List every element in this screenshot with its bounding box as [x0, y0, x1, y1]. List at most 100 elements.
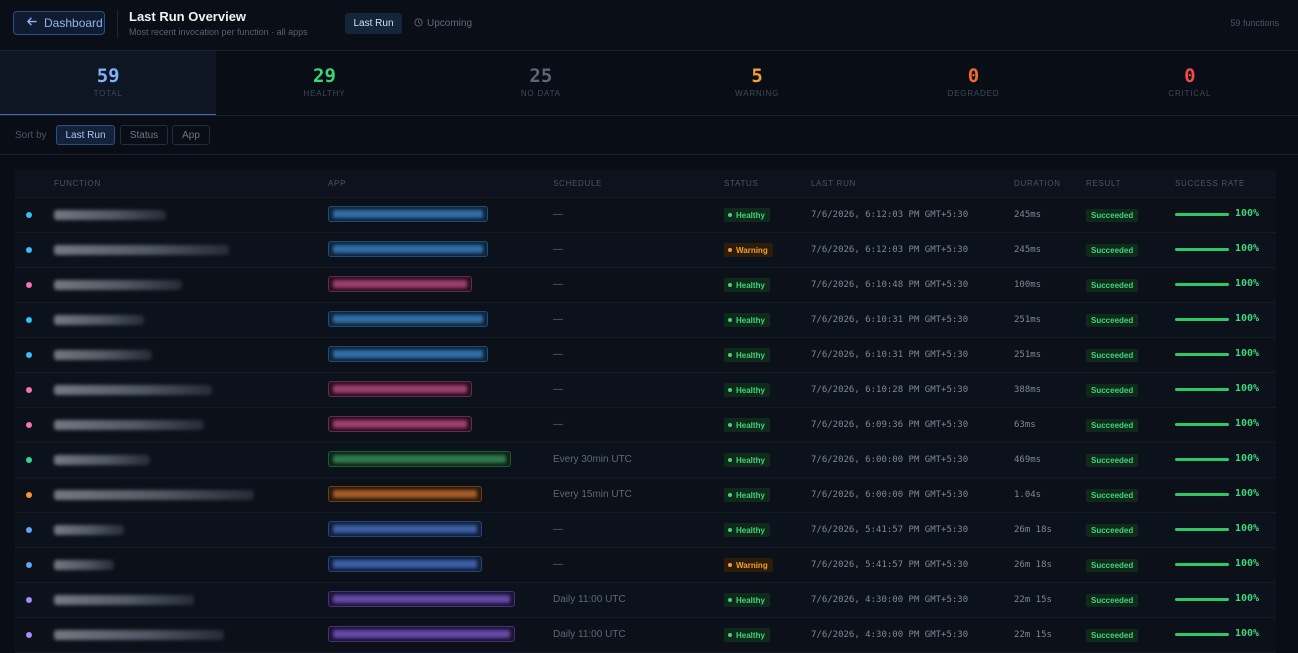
col-result[interactable]: RESULT [1086, 179, 1121, 188]
table-row[interactable]: Daily 11:00 UTC Healthy 7/6/2026, 4:30:00 … [15, 583, 1276, 618]
stat-value: 29 [313, 65, 336, 87]
success-rate-text: 100% [1235, 523, 1260, 534]
last-run-cell: 7/6/2026, 6:10:31 PM GMT+5:30 [811, 350, 969, 360]
success-rate-text: 100% [1235, 488, 1260, 499]
col-last-run[interactable]: LAST RUN [811, 179, 856, 188]
function-name-redacted[interactable] [54, 490, 254, 500]
stat-value: 5 [751, 65, 763, 87]
duration-cell: 22m 15s [1014, 630, 1052, 640]
table-row[interactable]: — Healthy 7/6/2026, 6:12:03 PM GMT+5:30 245… [15, 198, 1276, 233]
success-rate-bar [1175, 388, 1229, 391]
page-subtitle: Most recent invocation per function · al… [129, 27, 308, 37]
col-app[interactable]: APP [328, 179, 346, 188]
status-badge: Healthy [724, 348, 770, 362]
sort-last-run-button[interactable]: Last Run [56, 125, 115, 145]
function-name-redacted[interactable] [54, 245, 229, 255]
duration-cell: 245ms [1014, 210, 1042, 220]
status-badge: Healthy [724, 628, 770, 642]
table-row[interactable]: Every 15min UTC Healthy 7/6/2026, 6:00:00 … [15, 478, 1276, 513]
success-rate-text: 100% [1235, 418, 1260, 429]
success-rate-fill [1175, 528, 1229, 531]
table-row[interactable]: — Warning 7/6/2026, 6:12:03 PM GMT+5:30 245… [15, 233, 1276, 268]
function-name-redacted[interactable] [54, 630, 224, 640]
stat-value: 25 [529, 65, 553, 87]
status-badge: Warning [724, 243, 773, 257]
clock-icon [414, 17, 423, 30]
function-name-redacted[interactable] [54, 280, 182, 290]
tab-last-run[interactable]: Last Run [345, 13, 402, 34]
result-badge: Succeeded [1086, 419, 1139, 432]
table-row[interactable]: — Healthy 7/6/2026, 5:41:57 PM GMT+5:30 26m… [15, 513, 1276, 548]
col-status[interactable]: STATUS [724, 179, 759, 188]
success-rate-fill [1175, 283, 1229, 286]
app-color-dot [26, 632, 32, 638]
app-chip-redacted [328, 311, 488, 327]
schedule-cell: Every 30min UTC [553, 454, 632, 465]
app-color-dot [26, 562, 32, 568]
back-to-dashboard-button[interactable]: Dashboard [13, 11, 105, 35]
col-schedule[interactable]: SCHEDULE [553, 179, 602, 188]
tab-upcoming[interactable]: Upcoming [414, 13, 472, 34]
function-name-redacted[interactable] [54, 455, 150, 465]
function-name-redacted[interactable] [54, 525, 124, 535]
stat-total[interactable]: 59 TOTAL [0, 51, 217, 115]
stat-no-data[interactable]: 25 NO DATA [433, 51, 649, 115]
stat-degraded[interactable]: 0 DEGRADED [865, 51, 1081, 115]
duration-cell: 469ms [1014, 455, 1042, 465]
sort-status-button[interactable]: Status [120, 125, 168, 145]
app-chip-redacted [328, 556, 482, 572]
function-name-redacted[interactable] [54, 560, 114, 570]
last-run-cell: 7/6/2026, 4:30:00 PM GMT+5:30 [811, 630, 969, 640]
function-name-redacted[interactable] [54, 420, 204, 430]
stat-warning[interactable]: 5 WARNING [649, 51, 865, 115]
result-badge: Succeeded [1086, 384, 1139, 397]
app-chip-redacted [328, 241, 488, 257]
function-name-redacted[interactable] [54, 350, 152, 360]
stat-value: 0 [1184, 65, 1196, 87]
last-run-cell: 7/6/2026, 6:09:36 PM GMT+5:30 [811, 420, 969, 430]
table-row[interactable]: — Warning 7/6/2026, 5:41:57 PM GMT+5:30 26m… [15, 548, 1276, 583]
result-badge: Succeeded [1086, 524, 1139, 537]
status-dot [728, 563, 732, 567]
stat-label: NO DATA [520, 89, 561, 98]
tab-upcoming-label: Upcoming [427, 18, 473, 29]
function-name-redacted[interactable] [54, 595, 194, 605]
schedule-cell: — [553, 419, 563, 430]
sort-app-button[interactable]: App [172, 125, 210, 145]
function-name-redacted[interactable] [54, 385, 212, 395]
function-name-redacted[interactable] [54, 210, 166, 220]
status-badge: Healthy [724, 488, 770, 502]
success-rate-text: 100% [1235, 243, 1260, 254]
status-dot [728, 598, 732, 602]
result-badge: Succeeded [1086, 594, 1139, 607]
table-row[interactable]: — Healthy 7/6/2026, 6:09:36 PM GMT+5:30 63m… [15, 408, 1276, 443]
status-text: Healthy [736, 455, 765, 465]
last-run-cell: 7/6/2026, 6:12:03 PM GMT+5:30 [811, 210, 969, 220]
table-row[interactable]: — Healthy 7/6/2026, 6:10:48 PM GMT+5:30 100… [15, 268, 1276, 303]
app-chip-blur [333, 420, 467, 428]
table-row[interactable]: Every 30min UTC Healthy 7/6/2026, 6:00:00 … [15, 443, 1276, 478]
stat-critical[interactable]: 0 CRITICAL [1082, 51, 1298, 115]
result-badge: Succeeded [1086, 454, 1139, 467]
stats-strip: 59 TOTAL 29 HEALTHY 25 NO DATA 5 WARNING… [0, 51, 1298, 116]
app-chip-blur [333, 490, 477, 498]
table-row[interactable]: — Healthy 7/6/2026, 6:10:28 PM GMT+5:30 388… [15, 373, 1276, 408]
success-rate-text: 100% [1235, 558, 1260, 569]
status-badge: Healthy [724, 453, 770, 467]
table-row[interactable]: — Healthy 7/6/2026, 6:10:31 PM GMT+5:30 251… [15, 303, 1276, 338]
function-name-redacted[interactable] [54, 315, 144, 325]
app-color-dot [26, 457, 32, 463]
col-success-rate[interactable]: SUCCESS RATE [1175, 179, 1245, 188]
duration-cell: 388ms [1014, 385, 1042, 395]
table-row[interactable]: — Healthy 7/6/2026, 6:10:31 PM GMT+5:30 251… [15, 338, 1276, 373]
back-button-label: Dashboard [44, 16, 103, 30]
app-chip-redacted [328, 591, 515, 607]
stat-label: TOTAL [93, 89, 123, 98]
col-function[interactable]: FUNCTION [54, 179, 101, 188]
status-badge: Healthy [724, 383, 770, 397]
col-duration[interactable]: DURATION [1014, 179, 1061, 188]
stat-healthy[interactable]: 29 HEALTHY [216, 51, 432, 115]
duration-cell: 251ms [1014, 315, 1042, 325]
stat-label: DEGRADED [947, 89, 1000, 98]
app-chip-blur [333, 350, 483, 358]
